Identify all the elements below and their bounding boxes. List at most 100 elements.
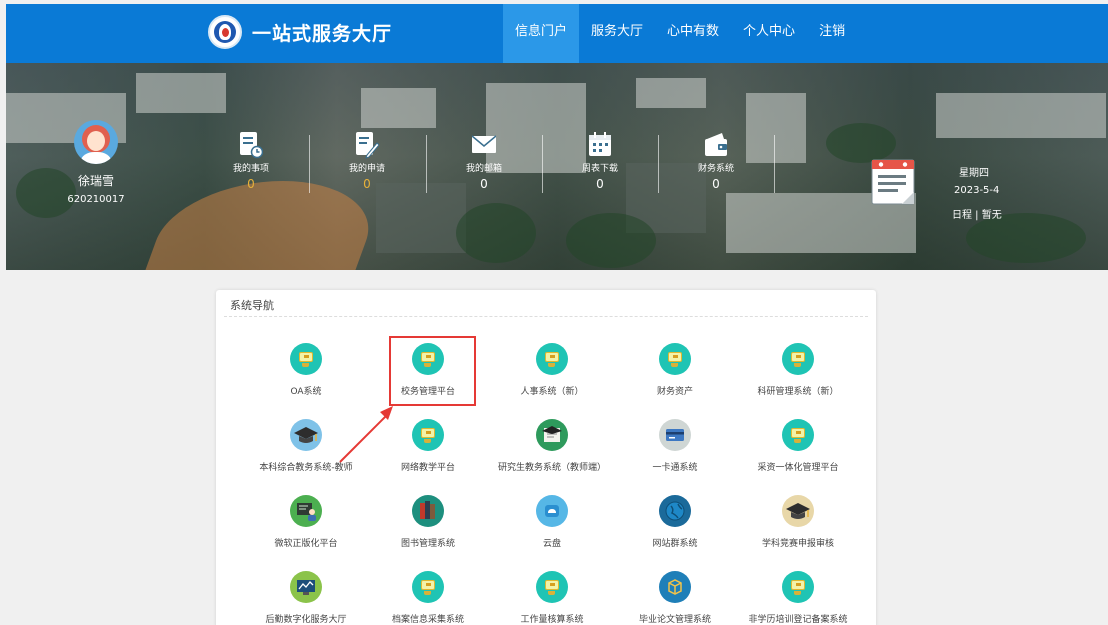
teacher-icon — [290, 495, 322, 527]
system-competition-review[interactable]: 学科竞赛申报审核 — [728, 495, 868, 549]
app-icon — [290, 343, 322, 375]
portal-window: 一站式服务大厅 信息门户 服务大厅 心中有数 个人中心 注销 徐瑞雪 62021… — [6, 4, 1108, 625]
app-icon — [536, 571, 568, 603]
stat-weekly-schedule-download[interactable]: 周表下载 0 — [560, 131, 640, 191]
system-name: 工作量核算系统 — [520, 615, 584, 625]
system-procurement-assets-platform[interactable]: 采资一体化管理平台 — [728, 419, 868, 473]
nav-item-logout[interactable]: 注销 — [807, 4, 857, 63]
nav-item-data-overview[interactable]: 心中有数 — [655, 4, 731, 63]
stat-divider — [774, 135, 775, 193]
stat-divider — [309, 135, 310, 193]
system-name: 一卡通系统 — [652, 463, 698, 473]
pointer-arrow — [339, 406, 393, 463]
stat-label: 我的申请 — [348, 164, 385, 174]
system-name: OA系统 — [290, 387, 322, 397]
system-name: 微软正版化平台 — [274, 539, 338, 549]
app-icon — [412, 419, 444, 451]
system-navigation-panel: 系统导航 OA系统 校务管理平台 人事系统（新） 财务资产 科研管理系统（新） — [216, 290, 876, 625]
campus-banner: 徐瑞雪 620210017 我的事项 0 我的申请 0 我的邮箱 0 周表下载 … — [6, 63, 1108, 270]
stat-my-tasks[interactable]: 我的事项 0 — [211, 131, 291, 191]
app-icon — [536, 343, 568, 375]
top-header: 一站式服务大厅 信息门户 服务大厅 心中有数 个人中心 注销 — [6, 4, 1108, 63]
stat-count: 0 — [712, 177, 720, 191]
system-library-management[interactable]: 图书管理系统 — [358, 495, 498, 549]
system-name: 后勤数字化服务大厅 — [265, 615, 347, 625]
stat-count: 0 — [480, 177, 488, 191]
system-name: 采资一体化管理平台 — [757, 463, 839, 473]
system-hr-new[interactable]: 人事系统（新） — [482, 343, 622, 397]
stat-my-applications[interactable]: 我的申请 0 — [327, 131, 407, 191]
calendar-icon — [589, 132, 611, 156]
university-logo — [208, 15, 242, 49]
system-name: 档案信息采集系统 — [391, 615, 464, 625]
stat-count: 0 — [363, 177, 371, 191]
cube-icon — [659, 571, 691, 603]
app-icon — [659, 343, 691, 375]
system-name: 科研管理系统（新） — [757, 387, 839, 397]
cloud-icon — [536, 495, 568, 527]
stat-divider — [658, 135, 659, 193]
stat-finance-system[interactable]: 财务系统 0 — [676, 131, 756, 191]
system-workload-accounting[interactable]: 工作量核算系统 — [482, 571, 622, 625]
user-name: 徐瑞雪 — [77, 174, 114, 188]
wallet-icon — [705, 133, 727, 156]
system-name: 云盘 — [542, 539, 561, 549]
system-name: 图书管理系统 — [400, 539, 455, 549]
system-name: 网站群系统 — [652, 539, 698, 549]
system-website-cluster[interactable]: 网站群系统 — [605, 495, 745, 549]
graduation-cap-icon — [782, 495, 814, 527]
system-oa[interactable]: OA系统 — [236, 343, 376, 397]
schedule-weekday: 星期四 — [959, 168, 989, 179]
panel-divider — [224, 316, 868, 317]
certificate-icon — [536, 419, 568, 451]
stat-count: 0 — [247, 177, 255, 191]
stat-label: 我的邮箱 — [465, 164, 502, 174]
system-name: 研究生教务系统（教师端） — [497, 463, 606, 473]
system-name: 人事系统（新） — [520, 387, 584, 397]
system-research-management-new[interactable]: 科研管理系统（新） — [728, 343, 868, 397]
nav-item-personal-center[interactable]: 个人中心 — [731, 4, 807, 63]
system-name: 财务资产 — [656, 387, 693, 397]
stat-label: 财务系统 — [697, 164, 734, 174]
system-name: 非学历培训登记备案系统 — [748, 615, 848, 625]
system-thesis-management[interactable]: 毕业论文管理系统 — [605, 571, 745, 625]
system-name: 学科竞赛申报审核 — [761, 539, 834, 549]
books-icon — [412, 495, 444, 527]
apply-icon — [356, 132, 379, 159]
app-icon — [782, 343, 814, 375]
system-finance-assets[interactable]: 财务资产 — [605, 343, 745, 397]
system-graduate-academic-teacher[interactable]: 研究生教务系统（教师端） — [482, 419, 622, 473]
app-icon — [412, 571, 444, 603]
monitor-chart-icon — [290, 571, 322, 603]
stat-count: 0 — [596, 177, 604, 191]
panel-title: 系统导航 — [230, 299, 274, 312]
highlight-box — [389, 336, 476, 406]
nav-item-service-hall[interactable]: 服务大厅 — [579, 4, 655, 63]
todo-icon — [240, 132, 263, 159]
nav-item-info-portal[interactable]: 信息门户 — [503, 4, 580, 63]
system-logistics-digital-hall[interactable]: 后勤数字化服务大厅 — [236, 571, 376, 625]
schedule-summary[interactable]: 日程 | 暂无 — [952, 206, 1002, 221]
site-title: 一站式服务大厅 — [252, 23, 393, 45]
globe-icon — [659, 495, 691, 527]
app-icon — [782, 419, 814, 451]
system-name: 毕业论文管理系统 — [638, 615, 711, 625]
schedule-icon[interactable] — [870, 156, 920, 208]
graduation-cap-icon — [290, 419, 322, 451]
app-icon — [782, 571, 814, 603]
user-id: 620210017 — [67, 194, 125, 205]
stat-label: 周表下载 — [581, 164, 618, 174]
system-microsoft-licensing[interactable]: 微软正版化平台 — [236, 495, 376, 549]
user-avatar[interactable] — [74, 120, 118, 164]
stat-divider — [542, 135, 543, 193]
stat-my-mailbox[interactable]: 我的邮箱 0 — [444, 131, 524, 191]
schedule-date: 2023-5-4 — [954, 185, 1000, 196]
main-nav: 信息门户 服务大厅 心中有数 个人中心 注销 — [503, 4, 857, 63]
system-archive-collection[interactable]: 档案信息采集系统 — [358, 571, 498, 625]
card-icon — [659, 419, 691, 451]
system-non-degree-training[interactable]: 非学历培训登记备案系统 — [728, 571, 868, 625]
system-cloud-disk[interactable]: 云盘 — [482, 495, 622, 549]
system-campus-card[interactable]: 一卡通系统 — [605, 419, 745, 473]
stat-label: 我的事项 — [232, 164, 269, 174]
stat-divider — [426, 135, 427, 193]
